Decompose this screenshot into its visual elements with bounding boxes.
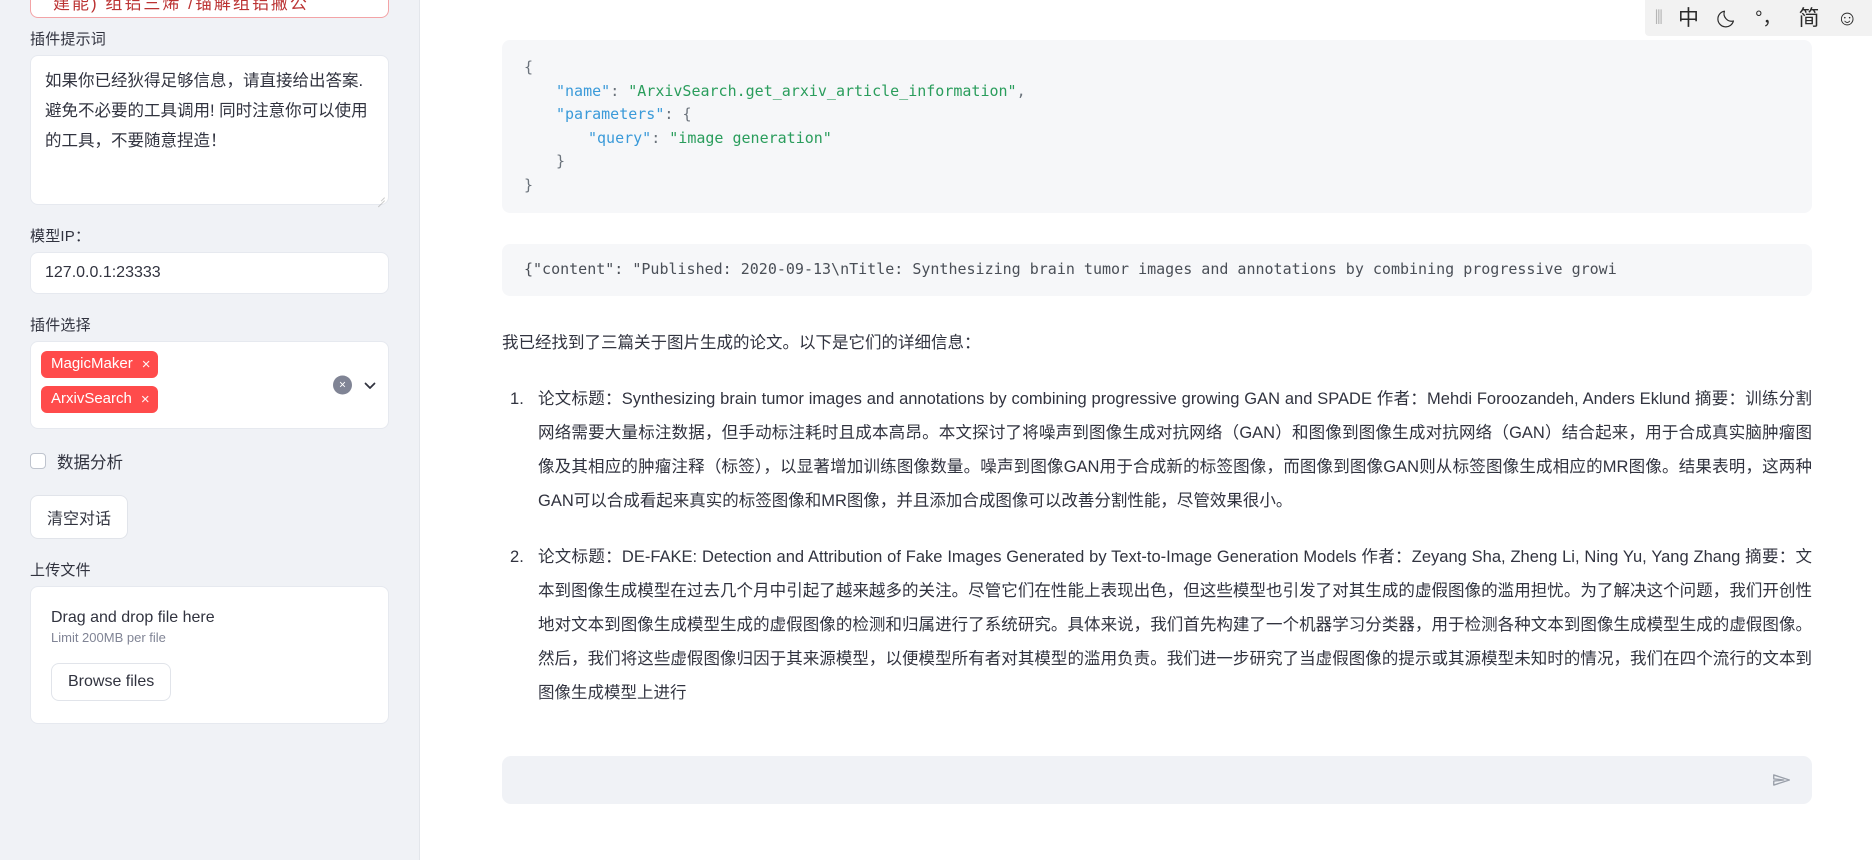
data-analysis-label: 数据分析 (57, 454, 123, 472)
ime-drag-handle-icon[interactable]: ⦀ (1655, 9, 1664, 28)
send-icon[interactable] (1768, 766, 1796, 794)
moon-icon[interactable] (1716, 7, 1738, 29)
tool-call-code-block: { "name": "ArxivSearch.get_arxiv_article… (502, 40, 1812, 213)
ime-status-bar[interactable]: ⦀ 中 °， 简 ☺ (1644, 0, 1872, 36)
remove-tag-icon[interactable]: × (142, 357, 151, 372)
model-ip-input[interactable] (30, 252, 389, 294)
code-line-1: { (524, 58, 534, 76)
assistant-intro-text: 我已经找到了三篇关于图片生成的论文。以下是它们的详细信息： (502, 333, 981, 352)
data-analysis-checkbox[interactable] (30, 453, 46, 469)
plugin-tag-label: ArxivSearch (51, 390, 132, 407)
remove-tag-icon[interactable]: × (141, 392, 150, 407)
plugin-prompt-textarea[interactable]: 如果你已经狄得足够信息，请直接给出答案. 避免不必要的工具调用! 同时注意你可以… (30, 55, 389, 205)
list-item: 论文标题：DE-FAKE: Detection and Attribution … (510, 540, 1812, 702)
main-content: { "name": "ArxivSearch.get_arxiv_article… (420, 0, 1872, 860)
chevron-down-icon[interactable] (362, 377, 378, 393)
tool-result-text: {"content": "Published: 2020-09-13\nTitl… (524, 260, 1617, 278)
plugin-prompt-section: 插件提示词 如果你已经狄得足够信息，请直接给出答案. 避免不必要的工具调用! 同… (30, 0, 389, 205)
data-analysis-checkbox-row[interactable]: 数据分析 (30, 449, 389, 473)
chat-input-container (420, 740, 1872, 860)
code-brace-open: { (682, 105, 692, 123)
chat-input[interactable] (520, 771, 1768, 789)
ime-emoji-icon[interactable]: ☺ (1837, 8, 1858, 29)
plugin-tag-arxivsearch[interactable]: ArxivSearch × (41, 386, 158, 413)
code-key-query: "query" (588, 128, 652, 147)
file-dropzone[interactable]: Drag and drop file here Limit 200MB per … (30, 586, 389, 724)
model-ip-label: 模型IP： (30, 228, 91, 245)
plugin-tag-label: MagicMaker (51, 355, 133, 372)
plugin-prompt-label: 插件提示词 (30, 31, 107, 48)
plugin-select-label: 插件选择 (30, 317, 91, 334)
upload-section: 上传文件 Drag and drop file here Limit 200MB… (30, 559, 389, 724)
code-value-query: "image generation" (669, 128, 832, 147)
ime-script-icon[interactable]: 简 (1799, 8, 1820, 29)
app-root: 建能) 组铝三烯 /锚解组铝撇公 插件提示词 如果你已经狄得足够信息，请直接给出… (0, 0, 1872, 860)
code-key-name: "name" (556, 81, 611, 100)
code-value-name: "ArxivSearch.get_arxiv_article_informati… (628, 81, 1017, 100)
resize-handle-icon[interactable] (375, 192, 385, 202)
dropzone-title: Drag and drop file here (51, 609, 215, 626)
plugin-multiselect[interactable]: MagicMaker × ArxivSearch × × (30, 341, 389, 429)
clear-chat-button[interactable]: 清空对话 (30, 495, 129, 539)
clear-chat-section: 清空对话 (30, 495, 389, 539)
browse-files-button[interactable]: Browse files (51, 663, 172, 701)
code-sep: : (651, 128, 670, 147)
code-brace-close-outer: } (524, 175, 534, 194)
list-item: 论文标题：Synthesizing brain tumor images and… (510, 382, 1812, 510)
clear-all-icon[interactable]: × (333, 375, 352, 395)
upload-label: 上传文件 (30, 562, 91, 579)
conversation-scroll[interactable]: { "name": "ArxivSearch.get_arxiv_article… (420, 0, 1872, 740)
multiselect-controls: × (333, 375, 378, 395)
code-key-parameters: "parameters" (556, 105, 665, 123)
code-sep: : (610, 81, 629, 100)
plugin-tag-magicmaker[interactable]: MagicMaker × (41, 351, 159, 378)
sidebar: 建能) 组铝三烯 /锚解组铝撇公 插件提示词 如果你已经狄得足够信息，请直接给出… (0, 0, 420, 860)
chat-input-bar[interactable] (502, 756, 1812, 804)
plugin-prompt-wrapper: 如果你已经狄得足够信息，请直接给出答案. 避免不必要的工具调用! 同时注意你可以… (30, 55, 389, 205)
paper-list: 论文标题：Synthesizing brain tumor images and… (502, 382, 1812, 710)
tool-result-code-block: {"content": "Published: 2020-09-13\nTitl… (502, 244, 1812, 296)
code-sep: : (664, 105, 683, 123)
ime-punctuation-icon[interactable]: °， (1755, 9, 1782, 28)
model-ip-section: 模型IP： (30, 225, 389, 294)
code-brace-close-inner: } (556, 152, 566, 170)
code-comma: , (1016, 81, 1026, 100)
sidebar-clipped-field[interactable]: 建能) 组铝三烯 /锚解组铝撇公 (30, 0, 389, 18)
plugin-select-section: 插件选择 MagicMaker × ArxivSearch × × (30, 314, 389, 429)
dropzone-limit: Limit 200MB per file (51, 630, 166, 645)
ime-language-icon[interactable]: 中 (1678, 8, 1699, 29)
